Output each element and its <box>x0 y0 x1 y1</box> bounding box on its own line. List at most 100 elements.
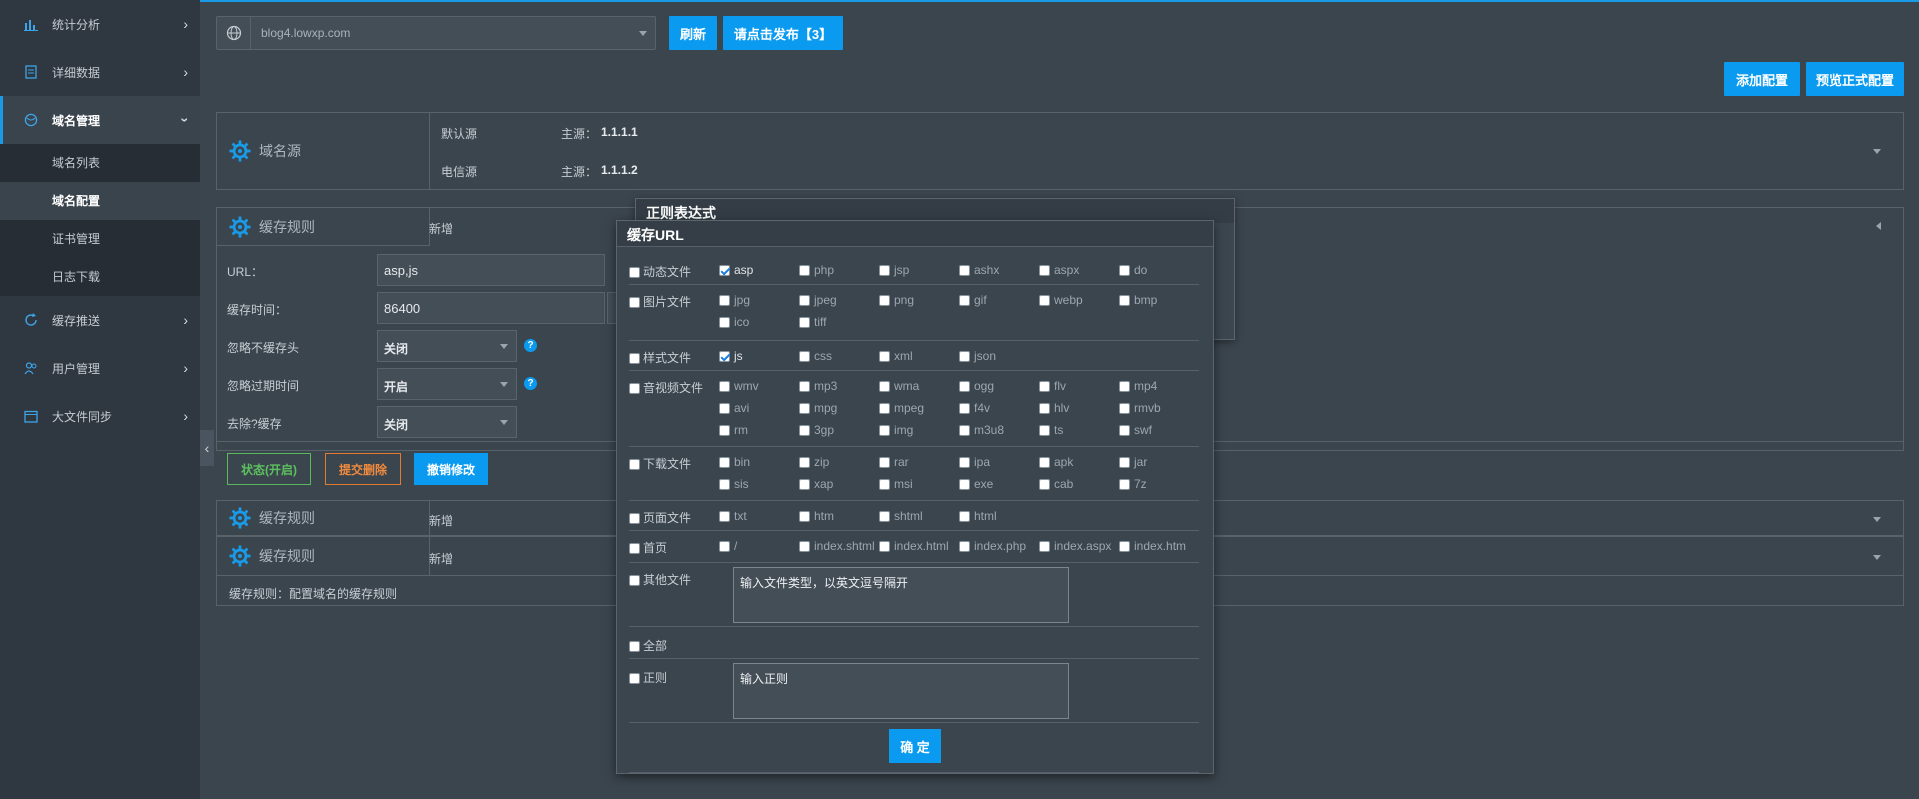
checkbox[interactable] <box>719 541 730 553</box>
caret-down-icon[interactable] <box>1873 149 1881 154</box>
checkbox[interactable] <box>799 479 810 491</box>
checkbox[interactable] <box>1039 381 1050 393</box>
regex-textarea[interactable]: 输入正则 <box>733 663 1069 719</box>
category-checkbox[interactable]: 图片文件 <box>629 293 691 310</box>
file-type-option[interactable]: rmvb <box>1119 401 1161 415</box>
checkbox[interactable] <box>799 265 810 277</box>
checkbox[interactable] <box>959 511 970 523</box>
checkbox[interactable] <box>719 425 730 437</box>
publish-button[interactable]: 请点击发布【3】 <box>723 16 843 50</box>
checkbox[interactable] <box>799 457 810 469</box>
file-type-option[interactable]: jsp <box>879 263 909 277</box>
checkbox[interactable] <box>1119 381 1130 393</box>
checkbox[interactable] <box>879 425 890 437</box>
remove-query-select[interactable]: 关闭 <box>377 406 517 438</box>
cache-rule-header[interactable]: 缓存规则 <box>217 537 430 575</box>
file-type-option[interactable]: do <box>1119 263 1147 277</box>
file-type-option[interactable]: php <box>799 263 834 277</box>
file-type-option[interactable]: jpg <box>719 293 750 307</box>
file-type-option[interactable]: flv <box>1039 379 1066 393</box>
sidebar-subitem-domain-list[interactable]: 域名列表 <box>0 144 200 182</box>
cache-rule-header[interactable]: 缓存规则 <box>217 208 430 246</box>
checkbox[interactable] <box>629 383 640 395</box>
checkbox[interactable] <box>719 351 730 363</box>
checkbox[interactable] <box>719 295 730 307</box>
checkbox[interactable] <box>879 479 890 491</box>
preview-config-button[interactable]: 预览正式配置 <box>1806 62 1904 96</box>
category-checkbox[interactable]: 首页 <box>629 539 667 556</box>
file-type-option[interactable]: bmp <box>1119 293 1157 307</box>
checkbox[interactable] <box>1039 265 1050 277</box>
file-type-option[interactable]: 7z <box>1119 477 1147 491</box>
file-type-option[interactable]: png <box>879 293 914 307</box>
checkbox[interactable] <box>799 541 810 553</box>
checkbox[interactable] <box>959 265 970 277</box>
cache-time-input[interactable]: 86400 <box>377 292 605 324</box>
file-type-option[interactable]: cab <box>1039 477 1073 491</box>
checkbox[interactable] <box>879 511 890 523</box>
file-type-option[interactable]: txt <box>719 509 747 523</box>
checkbox[interactable] <box>1119 403 1130 415</box>
file-type-option[interactable]: tiff <box>799 315 826 329</box>
file-type-option[interactable]: mpeg <box>879 401 924 415</box>
checkbox[interactable] <box>1119 457 1130 469</box>
checkbox[interactable] <box>799 381 810 393</box>
file-type-option[interactable]: index.shtml <box>799 539 875 553</box>
checkbox[interactable] <box>629 575 640 587</box>
checkbox[interactable] <box>799 425 810 437</box>
file-type-option[interactable]: ipa <box>959 455 990 469</box>
checkbox[interactable] <box>1119 265 1130 277</box>
checkbox[interactable] <box>1119 425 1130 437</box>
file-type-option[interactable]: asp <box>719 263 753 277</box>
checkbox[interactable] <box>799 351 810 363</box>
file-type-option[interactable]: index.html <box>879 539 949 553</box>
file-type-option[interactable]: index.htm <box>1119 539 1186 553</box>
checkbox[interactable] <box>1039 479 1050 491</box>
help-icon[interactable]: ? <box>524 377 537 390</box>
sidebar-subitem-log[interactable]: 日志下载 <box>0 258 200 296</box>
file-type-option[interactable]: rm <box>719 423 748 437</box>
help-icon[interactable]: ? <box>524 339 537 352</box>
file-type-option[interactable]: mp4 <box>1119 379 1157 393</box>
file-type-option[interactable]: css <box>799 349 832 363</box>
submit-delete-button[interactable]: 提交删除 <box>325 453 401 485</box>
file-type-option[interactable]: apk <box>1039 455 1073 469</box>
ignore-nocache-select[interactable]: 关闭 <box>377 330 517 362</box>
file-type-option[interactable]: ts <box>1039 423 1063 437</box>
file-type-option[interactable]: shtml <box>879 509 923 523</box>
checkbox[interactable] <box>1039 541 1050 553</box>
category-checkbox[interactable]: 正则 <box>629 669 667 686</box>
checkbox[interactable] <box>1119 541 1130 553</box>
checkbox[interactable] <box>959 425 970 437</box>
sidebar-subitem-domain-config[interactable]: 域名配置 <box>0 182 200 220</box>
category-checkbox[interactable]: 页面文件 <box>629 509 691 526</box>
category-checkbox[interactable]: 动态文件 <box>629 263 691 280</box>
checkbox[interactable] <box>719 479 730 491</box>
add-config-button[interactable]: 添加配置 <box>1724 62 1800 96</box>
file-type-option[interactable]: ico <box>719 315 749 329</box>
file-type-option[interactable]: img <box>879 423 913 437</box>
checkbox[interactable] <box>879 541 890 553</box>
ignore-expire-select[interactable]: 开启 <box>377 368 517 400</box>
checkbox[interactable] <box>959 351 970 363</box>
category-checkbox[interactable]: 音视频文件 <box>629 379 703 396</box>
checkbox[interactable] <box>879 265 890 277</box>
file-type-option[interactable]: js <box>719 349 743 363</box>
file-type-option[interactable]: avi <box>719 401 749 415</box>
undo-changes-button[interactable]: 撤销修改 <box>414 453 488 485</box>
file-type-option[interactable]: index.php <box>959 539 1026 553</box>
file-type-option[interactable]: rar <box>879 455 909 469</box>
category-checkbox[interactable]: 全部 <box>629 637 667 654</box>
sidebar-collapse-button[interactable]: ‹ <box>200 430 214 466</box>
file-type-option[interactable]: json <box>959 349 996 363</box>
file-type-option[interactable]: msi <box>879 477 913 491</box>
checkbox[interactable] <box>629 641 640 653</box>
caret-left-icon[interactable] <box>1876 222 1881 230</box>
file-type-option[interactable]: / <box>719 539 737 553</box>
checkbox[interactable] <box>799 317 810 329</box>
checkbox[interactable] <box>879 403 890 415</box>
cache-rule-header[interactable]: 缓存规则 <box>217 501 430 535</box>
file-type-option[interactable]: ashx <box>959 263 999 277</box>
checkbox[interactable] <box>1039 425 1050 437</box>
checkbox[interactable] <box>719 403 730 415</box>
